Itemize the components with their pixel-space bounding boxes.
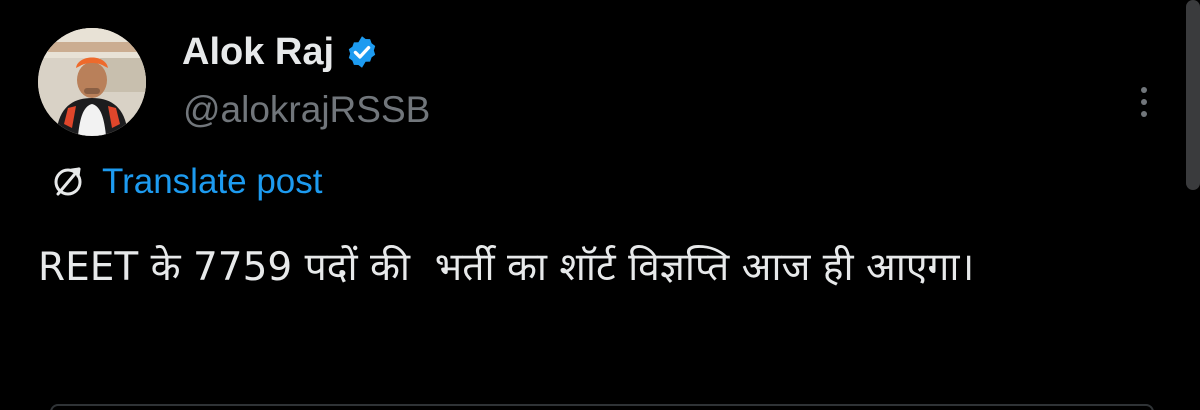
translate-post-label[interactable]: Translate post — [102, 160, 322, 204]
author-display-name-row[interactable]: Alok Raj — [182, 30, 380, 74]
verified-badge-icon — [348, 36, 376, 68]
scrollbar[interactable] — [1186, 0, 1200, 190]
translate-post-button[interactable]: Translate post — [48, 160, 322, 204]
more-options-icon[interactable] — [1124, 78, 1164, 126]
profile-photo-icon — [38, 28, 146, 136]
avatar[interactable] — [38, 28, 146, 136]
post-card: Alok Raj @alokrajRSSB Translate post REE… — [0, 0, 1200, 410]
author-handle[interactable]: @alokrajRSSB — [183, 88, 430, 132]
quoted-content-border — [50, 404, 1154, 410]
translate-icon — [54, 167, 82, 196]
post-text: REET के 7759 पदों की भर्ती का शॉर्ट विज्… — [38, 245, 975, 290]
author-display-name[interactable]: Alok Raj — [182, 30, 334, 74]
